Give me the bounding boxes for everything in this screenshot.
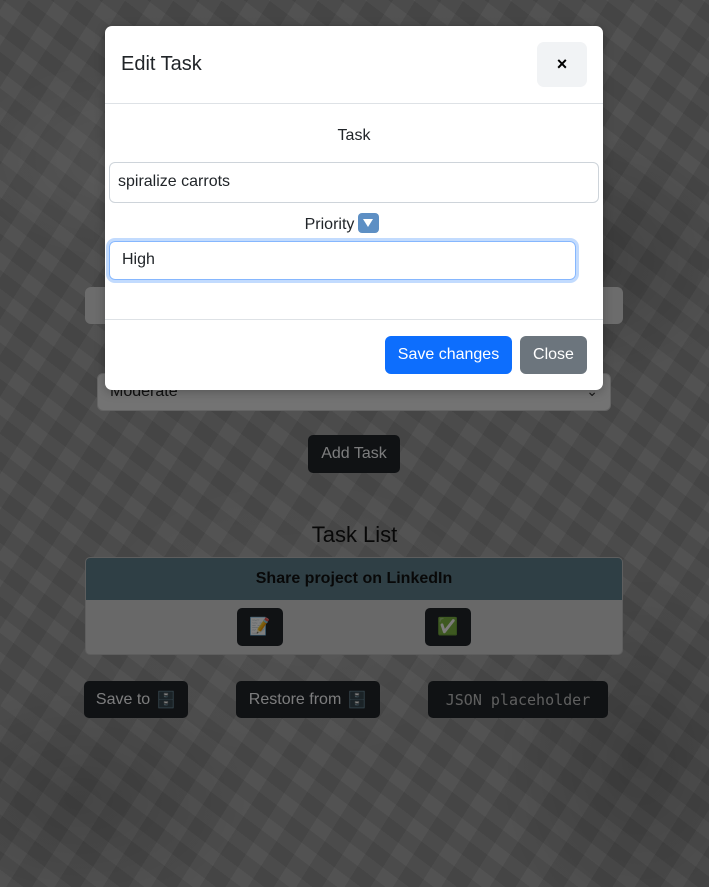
modal-footer: Save changes Close	[105, 319, 603, 390]
priority-label-row: Priority	[105, 213, 579, 234]
save-changes-button[interactable]: Save changes	[385, 336, 512, 374]
close-icon-button[interactable]: ×	[537, 42, 587, 87]
priority-input[interactable]: High	[109, 241, 576, 280]
modal-header: Edit Task ×	[105, 26, 603, 104]
priority-label: Priority	[304, 216, 355, 233]
task-label: Task	[337, 127, 371, 144]
edit-task-modal: Edit Task × Task spiralize carrots Prior…	[105, 26, 603, 390]
task-input[interactable]: spiralize carrots	[109, 162, 599, 203]
close-button[interactable]: Close	[520, 336, 587, 374]
modal-title: Edit Task	[121, 53, 202, 75]
down-arrow-button-icon	[358, 213, 380, 233]
close-icon: ×	[556, 54, 568, 74]
